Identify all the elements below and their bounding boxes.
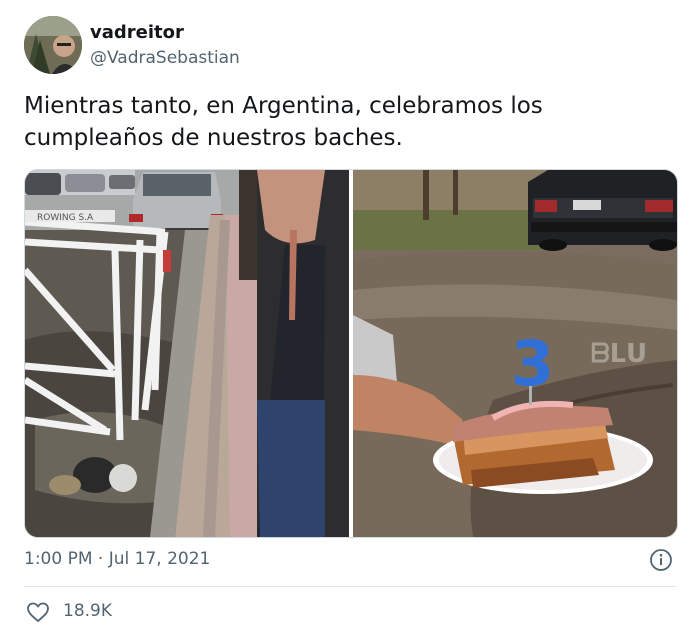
tweet-card: vadreitor @VadraSebastian Mientras tanto… xyxy=(0,0,700,640)
author-display-name[interactable]: vadreitor xyxy=(90,22,184,43)
birthday-candle-number: 3 xyxy=(511,327,554,400)
image-watermark: ᗷᒪU xyxy=(591,339,647,369)
avatar-image xyxy=(24,16,82,74)
photo-pothole-cake[interactable]: ᗷᒪU 3 xyxy=(353,170,677,537)
avatar[interactable] xyxy=(24,16,82,74)
info-circle-icon[interactable] xyxy=(649,548,673,572)
author-handle[interactable]: @VadraSebastian xyxy=(90,48,240,68)
pothole-cake-image: ᗷᒪU 3 xyxy=(353,170,677,537)
sidewalk-barrier-image: ROWING S.A xyxy=(25,170,349,537)
photo-sidewalk-barrier[interactable]: ROWING S.A xyxy=(25,170,349,537)
barrier-sign-text: ROWING S.A xyxy=(37,213,94,223)
tweet-text: Mientras tanto, en Argentina, celebramos… xyxy=(24,93,543,151)
tweet-media[interactable]: ROWING S.A ᗷᒪU 3 xyxy=(24,169,678,538)
divider xyxy=(24,586,676,587)
like-count[interactable]: 18.9K xyxy=(63,601,112,621)
heart-outline-icon[interactable] xyxy=(26,600,50,624)
tweet-timestamp[interactable]: 1:00 PM · Jul 17, 2021 xyxy=(24,549,210,569)
